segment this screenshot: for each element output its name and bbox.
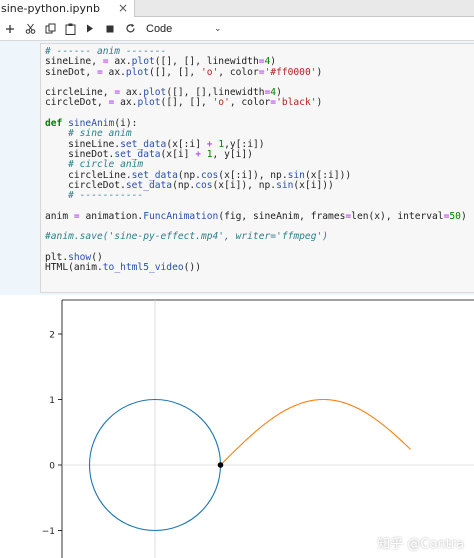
add-icon[interactable] xyxy=(0,17,20,41)
cell-type-label: Code xyxy=(146,22,173,35)
tab-title: sine-python.ipynb xyxy=(1,2,100,15)
animation-plot: 2 1 0 −1 xyxy=(42,299,474,558)
y-tick-label: 0 xyxy=(49,462,55,472)
code-line: sineDot, = ax.plot([], [], 'o', color='#… xyxy=(45,66,323,78)
code-line: anim = animation.FuncAnimation(fig, sine… xyxy=(45,210,467,222)
marker-dot xyxy=(217,462,224,468)
watermark: 知乎 @Contra xyxy=(377,537,464,552)
chevron-down-icon: ⌄ xyxy=(214,23,222,33)
tab-bar: sine-python.ipynb × xyxy=(0,0,474,17)
stop-icon[interactable] xyxy=(100,17,120,41)
run-icon[interactable] xyxy=(80,17,100,41)
y-tick-label: 2 xyxy=(49,331,55,341)
code-line: circleDot, = ax.plot([], [], 'o', color=… xyxy=(45,97,323,109)
y-tick-label: 1 xyxy=(49,396,55,406)
close-icon[interactable]: × xyxy=(118,1,128,15)
paste-icon[interactable] xyxy=(60,17,80,41)
cell-type-select[interactable]: Code ⌄ xyxy=(146,20,222,38)
copy-icon[interactable] xyxy=(40,17,60,41)
notebook-toolbar: Code ⌄ xyxy=(0,17,474,41)
output-area: 2 1 0 −1 知乎 @Contra xyxy=(0,295,474,558)
cut-icon[interactable] xyxy=(20,17,40,41)
restart-icon[interactable] xyxy=(120,17,140,41)
code-text: # ------ anim ------- sineLine, = ax.plot… xyxy=(45,46,467,274)
tab-notebook[interactable]: sine-python.ipynb × xyxy=(0,0,135,17)
code-editor[interactable]: # ------ anim ------- sineLine, = ax.plot… xyxy=(40,43,474,293)
code-cell: # ------ anim ------- sineLine, = ax.plot… xyxy=(0,41,474,295)
code-line: #anim.save('sine-py-effect.mp4', writer=… xyxy=(45,231,329,243)
y-tick-label: −1 xyxy=(42,527,55,537)
code-line: HTML(anim.to_html5_video()) xyxy=(45,262,201,274)
sine-series-line xyxy=(220,398,411,466)
code-line: # ----------- xyxy=(45,190,144,202)
